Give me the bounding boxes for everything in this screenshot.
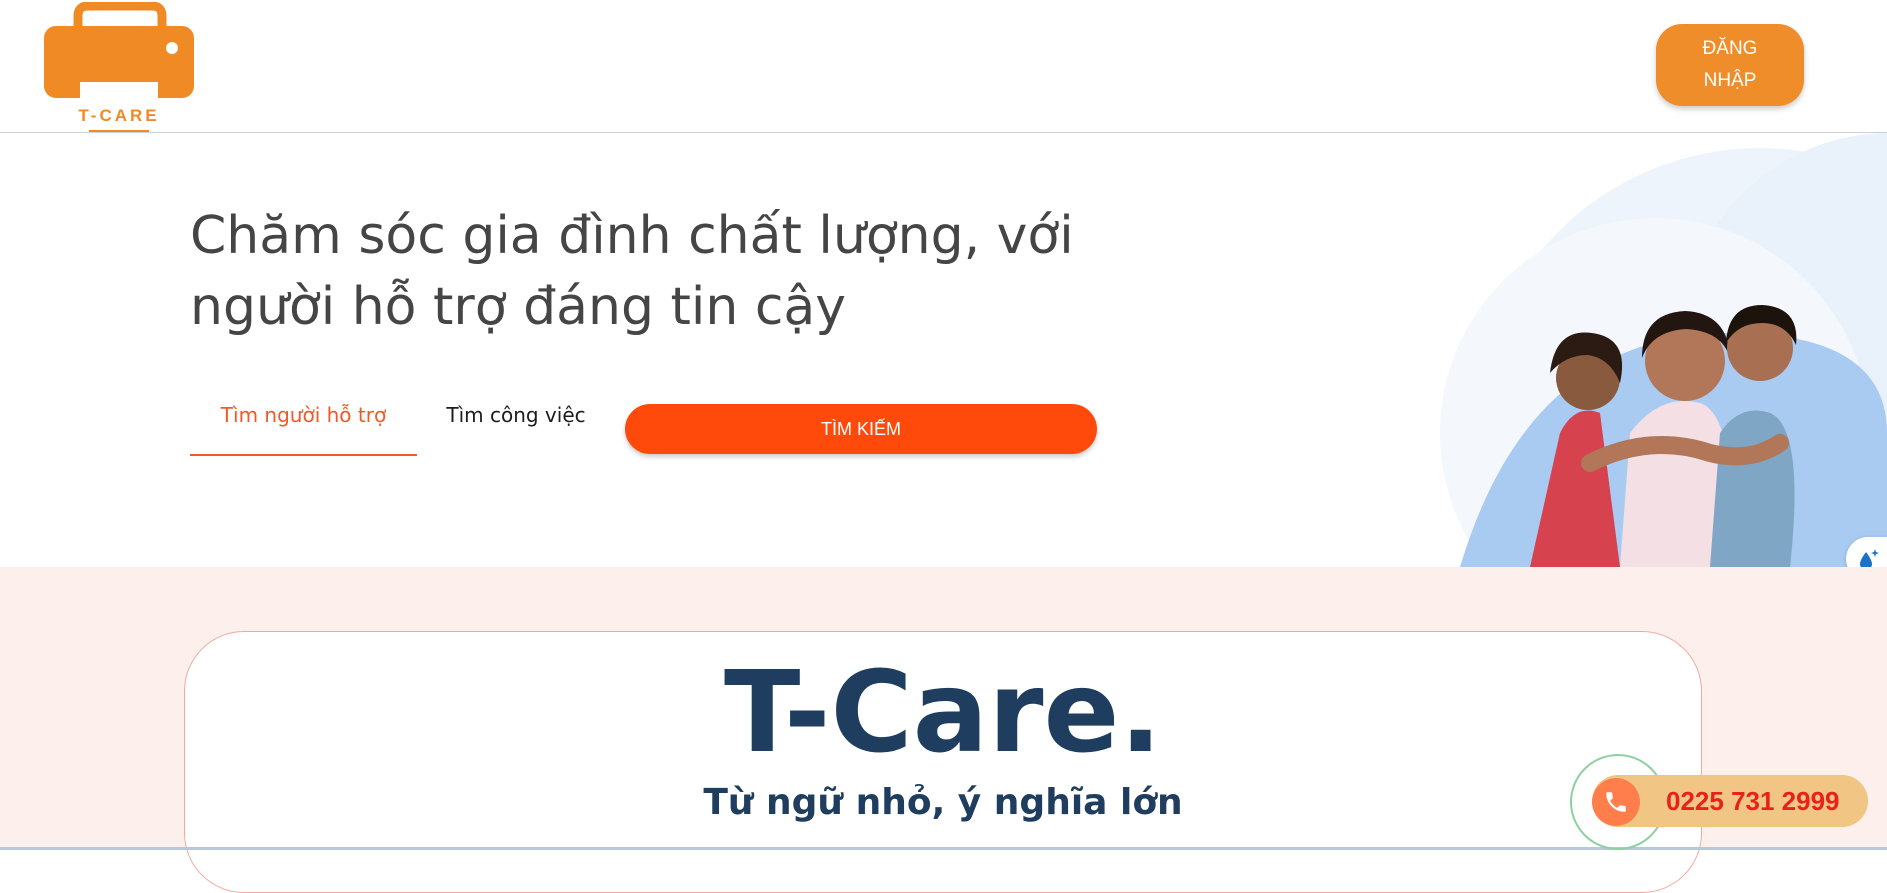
brand-card: T-Care. Từ ngữ nhỏ, ý nghĩa lớn: [184, 631, 1702, 893]
brand-title: T-Care.: [724, 648, 1162, 778]
login-label: ĐĂNG NHẬP: [1702, 38, 1758, 91]
printer-icon: [44, 2, 194, 104]
logo-text: T-CARE: [78, 106, 160, 125]
call-button[interactable]: [1592, 778, 1640, 826]
water-drop-icon: [1860, 549, 1879, 567]
hero-section: Chăm sóc gia đình chất lượng, với người …: [0, 133, 1887, 567]
hero-title: Chăm sóc gia đình chất lượng, với người …: [190, 206, 1074, 337]
hero-family-image: [1440, 133, 1887, 567]
tab-find-jobs[interactable]: Tìm công việc: [432, 403, 600, 427]
phone-number[interactable]: 0225 731 2999: [1666, 775, 1840, 827]
logo-underline: [89, 130, 149, 132]
logo[interactable]: T-CARE: [44, 2, 194, 132]
search-button[interactable]: TÌM KIẾM: [625, 404, 1097, 454]
brand-subtitle: Từ ngữ nhỏ, ý nghĩa lớn: [703, 782, 1183, 823]
site-header: T-CARE ĐĂNG NHẬP: [0, 0, 1887, 133]
phone-icon: [1606, 792, 1626, 812]
login-button[interactable]: ĐĂNG NHẬP: [1656, 24, 1804, 106]
tab-find-support[interactable]: Tìm người hỗ trợ: [190, 403, 417, 456]
